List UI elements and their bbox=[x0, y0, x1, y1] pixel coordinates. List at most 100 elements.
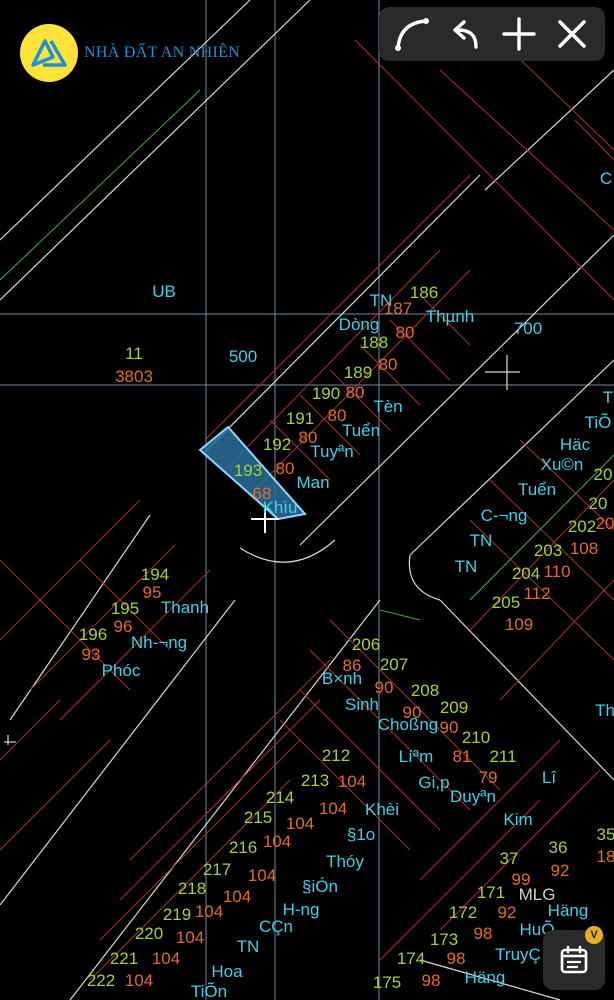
parcel-number: 203 bbox=[534, 541, 562, 560]
parcel-number: 204 bbox=[512, 564, 540, 583]
brand-logo: NHÀ ĐẤT AN NHIÊN bbox=[20, 22, 240, 84]
owner-name: Th bbox=[595, 701, 614, 720]
cadastral-map[interactable]: UB500113803700CTN 186187 ThµnhDòng 80188801… bbox=[0, 0, 614, 1000]
parcel-number: 172 bbox=[449, 903, 477, 922]
owner-name: Dòng bbox=[339, 315, 380, 334]
parcel-number: 188 bbox=[360, 333, 388, 352]
owner-name: Tuển bbox=[518, 480, 556, 499]
owner-name: Häc bbox=[560, 435, 591, 454]
parcel-number: 175 bbox=[373, 973, 401, 992]
parcel-area: 104 bbox=[176, 928, 204, 947]
owner-name: C bbox=[600, 169, 612, 188]
parcel-number: 210 bbox=[462, 728, 490, 747]
owner-name: Tuyªn bbox=[310, 442, 353, 461]
brand-name: NHÀ ĐẤT AN NHIÊN bbox=[84, 44, 241, 61]
parcel-area: 92 bbox=[551, 861, 570, 880]
parcel-number: 35 bbox=[597, 825, 614, 844]
parcel-area: 104 bbox=[286, 814, 314, 833]
owner-name: 700 bbox=[514, 319, 542, 338]
parcel-area: 108 bbox=[570, 539, 598, 558]
parcel-number: 215 bbox=[244, 808, 272, 827]
parcel-number: 173 bbox=[430, 930, 458, 949]
parcel-area: 104 bbox=[152, 949, 180, 968]
owner-name: §1o bbox=[347, 825, 375, 844]
undo-button[interactable] bbox=[442, 11, 488, 57]
parcel-area: 109 bbox=[505, 615, 533, 634]
owner-name: UB bbox=[152, 282, 176, 301]
calendar-button[interactable]: V bbox=[543, 926, 605, 990]
parcel-area: 92 bbox=[498, 903, 517, 922]
parcel-area: 104 bbox=[195, 902, 223, 921]
owner-name: Häng bbox=[548, 901, 589, 920]
parcel-area: 80 bbox=[346, 383, 365, 402]
owner-name: TN bbox=[237, 937, 260, 956]
parcel-area: 104 bbox=[248, 866, 276, 885]
parcel-number: 212 bbox=[322, 746, 350, 765]
owner-name: Lî bbox=[542, 768, 557, 787]
plus-icon bbox=[502, 17, 536, 51]
owner-name: TN bbox=[455, 557, 478, 576]
owner-name: CÇn bbox=[259, 917, 293, 936]
parcel-number: 205 bbox=[492, 593, 520, 612]
parcel-number: 20 bbox=[589, 494, 608, 513]
owner-name: Tuển bbox=[342, 421, 380, 440]
curve-icon bbox=[394, 18, 429, 51]
notification-badge: V bbox=[585, 926, 603, 944]
parcel-number: 217 bbox=[203, 860, 231, 879]
close-button[interactable] bbox=[549, 11, 595, 57]
parcel-number: 213 bbox=[301, 771, 329, 790]
owner-name: 500 bbox=[229, 347, 257, 366]
parcel-number: 214 bbox=[266, 788, 294, 807]
owner-name: Nh-¬ng bbox=[131, 633, 187, 652]
owner-name: Líªm bbox=[399, 747, 434, 766]
parcel-area: 104 bbox=[223, 887, 251, 906]
parcel-number: 195 bbox=[111, 599, 139, 618]
parcel-area: 187 bbox=[384, 299, 412, 318]
parcel-number: 220 bbox=[135, 924, 163, 943]
owner-name: T bbox=[603, 388, 613, 407]
owner-name: Hoa bbox=[211, 962, 243, 981]
owner-name: Man bbox=[296, 473, 329, 492]
parcel-number: 211 bbox=[489, 747, 516, 766]
parcel-area: 98 bbox=[422, 971, 441, 990]
parcel-area: 98 bbox=[474, 924, 493, 943]
parcel-number: 196 bbox=[79, 625, 107, 644]
parcel-number: 37 bbox=[500, 849, 519, 868]
owner-name: C-¬ng bbox=[481, 506, 528, 525]
owner-name: Phóc bbox=[102, 661, 141, 680]
parcel-number: 202 bbox=[568, 517, 596, 536]
parcel-area: 104 bbox=[263, 832, 291, 851]
parcel-area: 79 bbox=[479, 768, 498, 787]
calendar-icon bbox=[560, 945, 588, 974]
owner-name: §iÓn bbox=[302, 877, 338, 896]
owner-name: Häng bbox=[465, 968, 506, 987]
owner-name: Thµnh bbox=[426, 307, 475, 326]
owner-name: Kim bbox=[503, 810, 532, 829]
owner-name: TiÕn bbox=[191, 982, 227, 1000]
parcel-number: 206 bbox=[352, 635, 380, 654]
add-point-button[interactable] bbox=[496, 11, 542, 57]
parcel-number: 209 bbox=[440, 698, 468, 717]
parcel-number: 191 bbox=[286, 409, 314, 428]
parcel-area: 98 bbox=[447, 949, 466, 968]
parcel-area: 3803 bbox=[115, 367, 153, 386]
parcel-number: 216 bbox=[229, 838, 257, 857]
parcel-number: 194 bbox=[141, 565, 169, 584]
curve-tool-button[interactable] bbox=[389, 11, 435, 57]
parcel-area: 112 bbox=[523, 584, 550, 603]
map-toolbar bbox=[379, 7, 605, 61]
parcel-number: 189 bbox=[344, 363, 372, 382]
owner-name: Tèn bbox=[373, 397, 402, 416]
undo-icon bbox=[453, 20, 478, 49]
parcel-number: 171 bbox=[477, 883, 505, 902]
parcel-area: 80 bbox=[396, 323, 415, 342]
parcel-number: 219 bbox=[163, 905, 191, 924]
owner-name: Khèi bbox=[365, 800, 399, 819]
parcel-area: 93 bbox=[82, 645, 101, 664]
owner-name: TruyÇ bbox=[495, 945, 541, 964]
parcel-area: 110 bbox=[543, 562, 570, 581]
owner-name: TN bbox=[470, 531, 493, 550]
owner-name: Thanh bbox=[161, 598, 209, 617]
logo-icon bbox=[20, 24, 78, 82]
parcel-number: 11 bbox=[125, 344, 143, 363]
